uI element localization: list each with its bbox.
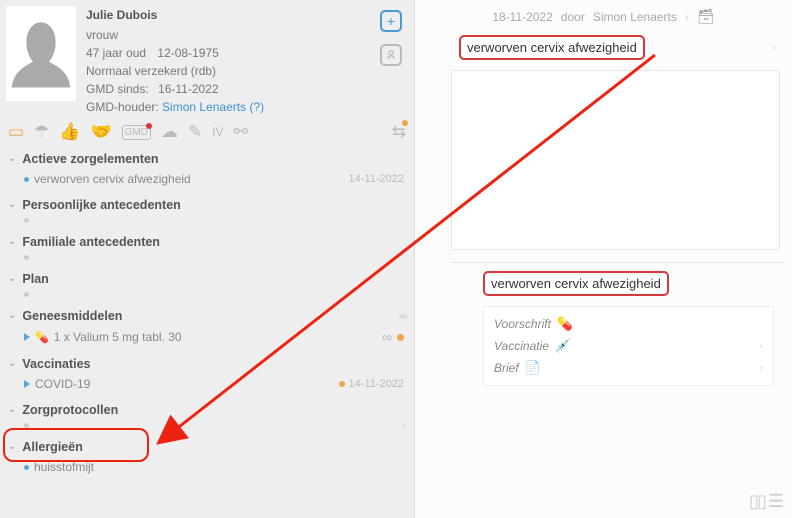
vacc-item-date: 14-11-2022 [349, 378, 404, 390]
meds-item[interactable]: 💊 1 x Valium 5 mg tabl. 30 ∞ [4, 327, 410, 351]
section-meds-header[interactable]: ⌄ Geneesmiddelen »» [4, 305, 410, 327]
action-vaccination[interactable]: Vaccinatie 💉 › [494, 335, 763, 357]
gmd-since-value: 16-11-2022 [158, 82, 219, 96]
handshake-icon[interactable]: 🤝 [90, 122, 111, 142]
chevron-right-icon: › [760, 363, 763, 374]
chevron-right-icon[interactable]: › [773, 42, 776, 53]
by-label: door [561, 10, 585, 24]
chevron-down-icon: ⌄ [8, 358, 16, 369]
allergy-item[interactable]: huisstofmijt [4, 458, 410, 480]
section-vacc-title: Vaccinaties [22, 357, 406, 371]
section-plan-title: Plan [22, 272, 406, 286]
chevron-right-icon[interactable]: › [685, 10, 689, 24]
meds-item-text: 1 x Valium 5 mg tabl. 30 [54, 330, 377, 344]
contact-date: 18-11-2022 [492, 10, 553, 24]
gmd-holder-label: GMD-houder: [86, 100, 159, 114]
vacc-item-text: COVID-19 [35, 377, 334, 391]
document-icon: 📄 [525, 360, 541, 376]
allergy-item-text: huisstofmijt [34, 460, 404, 474]
patient-insurance: Normaal verzekerd (rdb) [86, 62, 366, 80]
contact-author: Simon Lenaerts [593, 10, 677, 24]
bullet-icon [24, 292, 29, 297]
triangle-icon [24, 333, 30, 341]
section-meds-title: Geneesmiddelen [22, 309, 392, 323]
chevron-down-icon: ⌄ [8, 153, 16, 164]
section-allergies-header[interactable]: ⌄ Allergieën [4, 436, 410, 458]
encounter-type-icon[interactable]: 🗃 [697, 8, 715, 25]
bullet-icon [24, 423, 29, 428]
active-item[interactable]: verworven cervix afwezigheid 14-11-2022 [4, 170, 410, 192]
gmd-icon[interactable]: GMD [122, 125, 151, 140]
cloud-upload-icon[interactable]: ☁ [161, 122, 178, 142]
note-textarea[interactable] [451, 70, 780, 250]
patient-card-icon[interactable] [380, 44, 402, 66]
bullet-icon [24, 255, 29, 260]
chevron-down-icon: ⌄ [8, 199, 16, 210]
action-letter-label: Brief [494, 361, 519, 375]
action-prescription-label: Voorschrift [494, 317, 551, 331]
section-family-title: Familiale antecedenten [22, 235, 406, 249]
layout-icons[interactable]: ▯▯ ☰ [749, 491, 782, 512]
divider [451, 262, 784, 263]
chevron-down-icon: ⌄ [8, 236, 16, 247]
diagnosis-tag-2[interactable]: verworven cervix afwezigheid [483, 271, 669, 296]
section-protocols-header[interactable]: ⌄ Zorgprotocollen [4, 399, 410, 421]
section-active-title: Actieve zorgelementen [22, 152, 406, 166]
chevron-down-icon: ⌄ [8, 273, 16, 284]
gmd-since-label: GMD sinds: [86, 82, 149, 96]
action-vaccination-label: Vaccinatie [494, 339, 549, 353]
vacc-item[interactable]: COVID-19 14-11-2022 [4, 375, 410, 397]
status-dot-icon [397, 334, 404, 341]
umbrella-icon[interactable]: ☂ [34, 122, 49, 142]
chevron-down-icon: ⌄ [8, 441, 16, 452]
triangle-icon [24, 380, 30, 388]
toolbar: ▭ ☂ 👍 🤝 GMD ☁ ✎ IV ⚯ ⇆ [0, 118, 414, 148]
patient-info: Julie Dubois vrouw 47 jaar oud 12-08-197… [86, 6, 366, 116]
syringe-icon: 💉 [555, 338, 571, 354]
bullet-icon [24, 218, 29, 223]
chevron-down-icon: ⌄ [8, 310, 16, 321]
patient-age: 47 jaar oud [86, 44, 146, 62]
expand-icon[interactable]: »» [399, 311, 406, 322]
share-icon[interactable]: ⇆ [392, 122, 406, 142]
section-allergies-title: Allergieën [22, 440, 406, 454]
infinity-icon: ∞ [382, 329, 392, 345]
action-prescription[interactable]: Voorschrift 💊 [494, 313, 763, 335]
pill-icon: 💊 [557, 316, 573, 332]
active-item-date: 14-11-2022 [349, 173, 404, 185]
pills-icon[interactable]: ⚯ [234, 122, 248, 142]
patient-gender: vrouw [86, 26, 366, 44]
active-item-text: verworven cervix afwezigheid [34, 172, 344, 186]
section-personal-title: Persoonlijke antecedenten [22, 198, 406, 212]
section-vacc-header[interactable]: ⌄ Vaccinaties [4, 353, 410, 375]
action-letter[interactable]: Brief 📄 › [494, 357, 763, 379]
section-plan-header[interactable]: ⌄ Plan [4, 268, 410, 290]
chevron-right-icon[interactable]: › [403, 421, 406, 432]
section-active-header[interactable]: ⌄ Actieve zorgelementen [4, 148, 410, 170]
id-card-icon[interactable]: ▭ [8, 122, 24, 142]
section-protocols-title: Zorgprotocollen [22, 403, 406, 417]
bullet-icon [24, 465, 29, 470]
patient-dob: 12-08-1975 [157, 44, 218, 62]
section-personal-header[interactable]: ⌄ Persoonlijke antecedenten [4, 194, 410, 216]
add-patient-icon[interactable]: + [380, 10, 402, 32]
actions-panel: Voorschrift 💊 Vaccinatie 💉 › Brief 📄 › [483, 306, 774, 386]
patient-name: Julie Dubois [86, 6, 366, 24]
contact-header: 18-11-2022 door Simon Lenaerts › 🗃 [423, 4, 784, 35]
avatar [6, 6, 76, 101]
bullet-icon [24, 177, 29, 182]
diagnosis-tag[interactable]: verworven cervix afwezigheid [459, 35, 645, 60]
chevron-down-icon: ⌄ [8, 404, 16, 415]
gmd-holder-value[interactable]: Simon Lenaerts (?) [162, 100, 264, 114]
thumbs-up-icon[interactable]: 👍 [59, 122, 80, 142]
chevron-right-icon: › [760, 341, 763, 352]
rx-icon: 💊 [35, 331, 49, 344]
iv-icon[interactable]: IV [212, 125, 223, 139]
pencil-icon[interactable]: ✎ [188, 122, 202, 142]
section-family-header[interactable]: ⌄ Familiale antecedenten [4, 231, 410, 253]
